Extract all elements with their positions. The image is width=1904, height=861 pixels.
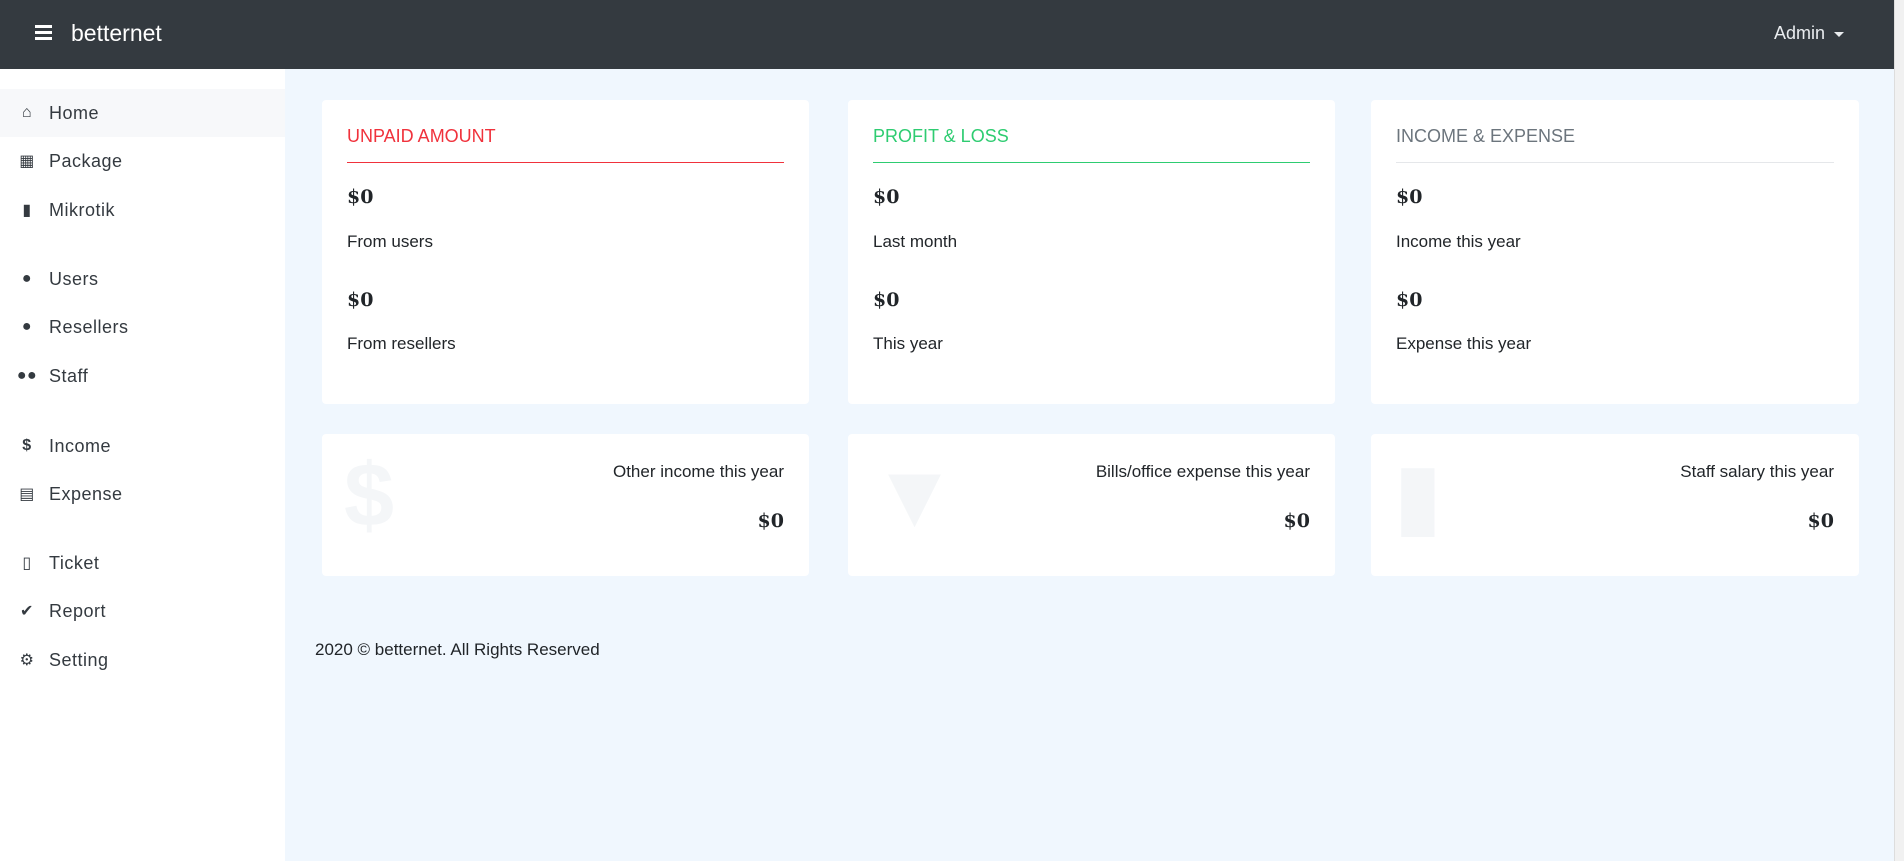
stat-value: $0	[1283, 510, 1310, 532]
stat-label: Bills/office expense this year	[1095, 462, 1310, 481]
staff-salary-stat-card: ▮ Staff salary this year $0	[1371, 434, 1859, 576]
sidebar: ⌂ Home ▦ Package ▮ Mikrotik ● Users ● Reselle…	[0, 69, 285, 861]
card-label: Last month	[873, 232, 958, 251]
invoice-dollar-icon: ▮	[1393, 446, 1443, 546]
sidebar-item-label: Ticket	[49, 552, 100, 573]
ticket-icon: ▯	[22, 555, 32, 572]
dollar-icon: $	[22, 437, 32, 454]
sidebar-item-label: Expense	[49, 483, 123, 504]
card-label: This year	[873, 334, 943, 353]
other-income-stat-card: $ Other income this year $0	[322, 434, 809, 576]
user-tie-icon: ●	[21, 318, 33, 335]
page-scrollbar[interactable]	[1894, 0, 1904, 861]
card-title: INCOME & EXPENSE	[1396, 126, 1834, 163]
card-value: $0	[873, 289, 900, 311]
home-icon: ⌂	[21, 104, 33, 121]
users-icon: ●●	[16, 367, 38, 384]
sidebar-item-expense[interactable]: ▤ Expense	[0, 470, 285, 518]
sidebar-item-label: Income	[49, 435, 112, 456]
card-label: From users	[347, 232, 433, 251]
card-title: PROFIT & LOSS	[873, 126, 1310, 163]
sidebar-item-label: Setting	[49, 649, 109, 670]
menu-toggle-icon[interactable]	[35, 25, 52, 40]
footer-copyright: 2020 © betternet. All Rights Reserved	[315, 640, 600, 659]
stat-label: Other income this year	[612, 462, 784, 481]
card-value: $0	[1396, 186, 1423, 208]
sidebar-item-income[interactable]: $ Income	[0, 422, 285, 470]
sidebar-item-resellers[interactable]: ● Resellers	[0, 303, 285, 351]
sidebar-item-staff[interactable]: ●● Staff	[0, 352, 285, 400]
stat-label: Staff salary this year	[1680, 462, 1834, 481]
card-title: UNPAID AMOUNT	[347, 126, 784, 163]
user-menu-dropdown[interactable]: Admin	[1774, 23, 1844, 44]
card-value: $0	[347, 186, 374, 208]
sidebar-item-ticket[interactable]: ▯ Ticket	[0, 539, 285, 587]
sidebar-item-label: Mikrotik	[49, 199, 115, 220]
stat-value: $0	[757, 510, 784, 532]
clipboard-check-icon: ✔	[20, 603, 34, 620]
sidebar-item-package[interactable]: ▦ Package	[0, 137, 285, 185]
card-label: From resellers	[347, 334, 456, 353]
sidebar-item-users[interactable]: ● Users	[0, 255, 285, 303]
sidebar-item-label: Staff	[49, 365, 89, 386]
sidebar-item-home[interactable]: ⌂ Home	[0, 89, 285, 137]
user-icon: ●	[21, 270, 33, 287]
profit-loss-card: PROFIT & LOSS $0 Last month $0 This year	[848, 100, 1335, 404]
sidebar-item-label: Home	[49, 102, 100, 123]
sidebar-item-label: Report	[49, 600, 107, 621]
funnel-dollar-icon: ▼	[870, 446, 960, 546]
sidebar-item-label: Users	[49, 268, 99, 289]
card-label: Income this year	[1396, 232, 1521, 251]
card-label: Expense this year	[1396, 334, 1532, 353]
gift-icon: ▦	[19, 153, 35, 170]
sidebar-item-mikrotik[interactable]: ▮ Mikrotik	[0, 186, 285, 234]
unpaid-amount-card: UNPAID AMOUNT $0 From users $0 From rese…	[322, 100, 809, 404]
card-value: $0	[1396, 289, 1423, 311]
sidebar-item-label: Resellers	[49, 316, 129, 337]
card-value: $0	[347, 289, 374, 311]
brand-logo[interactable]: betternet	[71, 20, 162, 47]
user-cog-icon: ⚙	[19, 652, 35, 669]
sidebar-item-setting[interactable]: ⚙ Setting	[0, 636, 285, 684]
top-navbar: betternet Admin	[0, 0, 1894, 69]
stat-value: $0	[1807, 510, 1834, 532]
chip-icon: ▮	[22, 202, 32, 219]
bills-expense-stat-card: ▼ Bills/office expense this year $0	[848, 434, 1335, 576]
sidebar-item-report[interactable]: ✔ Report	[0, 587, 285, 635]
dollar-icon: $	[344, 446, 395, 546]
card-value: $0	[873, 186, 900, 208]
income-expense-card: INCOME & EXPENSE $0 Income this year $0 …	[1371, 100, 1859, 404]
file-invoice-icon: ▤	[19, 486, 35, 503]
sidebar-item-label: Package	[49, 150, 123, 171]
